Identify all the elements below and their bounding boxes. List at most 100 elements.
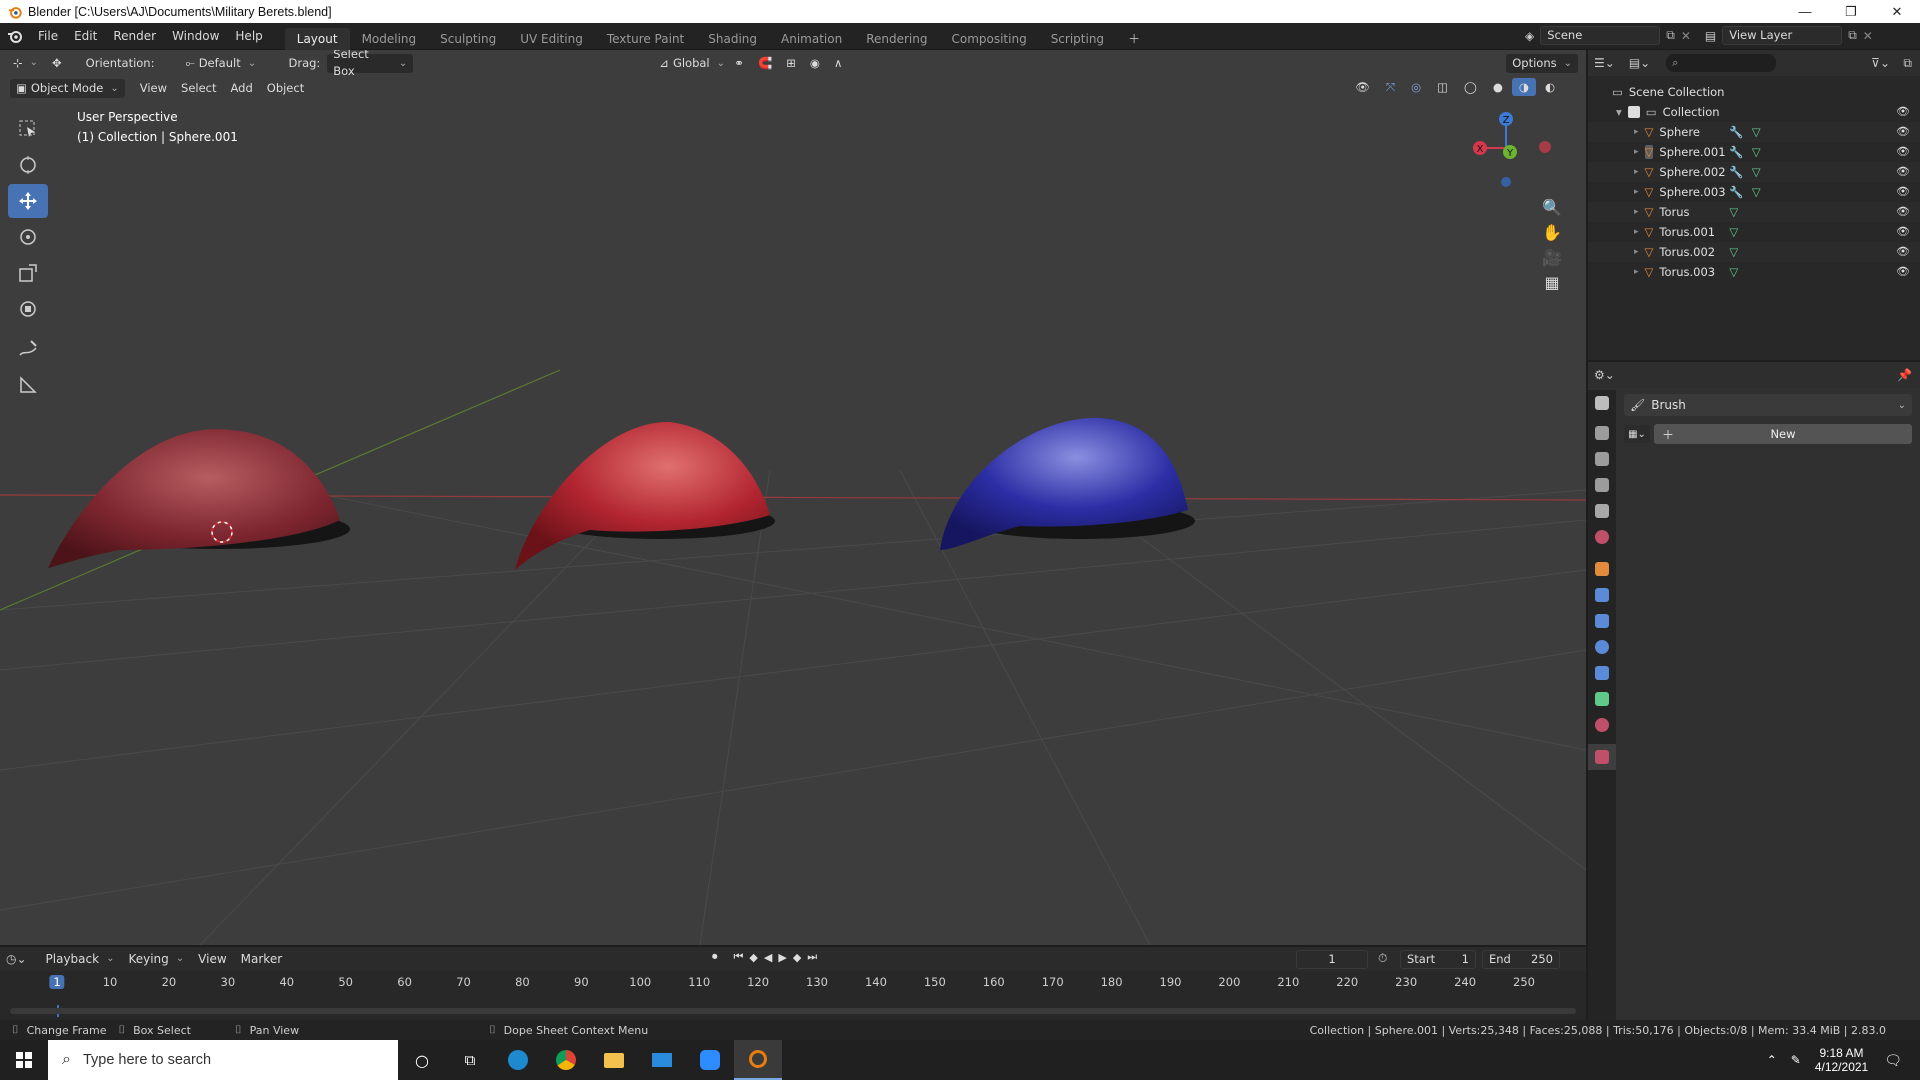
tab-texture-paint[interactable]: Texture Paint xyxy=(595,28,696,50)
remove-view-layer-icon[interactable]: ✕ xyxy=(1863,29,1873,43)
task-view-button[interactable]: ⧉ xyxy=(446,1040,494,1080)
constraints-tab[interactable] xyxy=(1588,660,1616,686)
mesh-data-icon[interactable]: ▽ xyxy=(1752,165,1761,179)
measure-tool[interactable] xyxy=(8,368,48,402)
stopwatch-icon[interactable]: ⏱ xyxy=(1378,951,1387,966)
eye-icon[interactable]: 👁 xyxy=(1896,105,1910,119)
tab-shading[interactable]: Shading xyxy=(696,28,769,50)
zoom-app[interactable] xyxy=(686,1040,734,1080)
eye-icon[interactable]: 👁 xyxy=(1896,185,1910,199)
falloff-icon[interactable]: ∧ xyxy=(827,54,849,72)
perspective-grid-icon[interactable]: ▦ xyxy=(1544,273,1559,292)
overlay-toggle-icon[interactable]: ◎ xyxy=(1404,78,1428,96)
world-tab[interactable] xyxy=(1588,524,1616,550)
particles-tab[interactable] xyxy=(1588,608,1616,634)
scene-tab[interactable] xyxy=(1588,498,1616,524)
texture-browse-button[interactable]: ▦⌄ xyxy=(1624,425,1650,443)
expand-chevron-icon[interactable]: ▸ xyxy=(1634,267,1639,277)
zoom-icon[interactable]: 🔍 xyxy=(1542,198,1562,217)
menu-file[interactable]: File xyxy=(30,25,66,47)
viewport-scene[interactable] xyxy=(0,50,1586,945)
material-preview-shading-icon[interactable]: ◑ xyxy=(1511,78,1536,96)
xray-icon[interactable]: ◫ xyxy=(1430,78,1455,96)
wrench-icon[interactable]: 🔧 xyxy=(1729,165,1743,179)
annotate-tool[interactable] xyxy=(8,332,48,366)
tab-layout[interactable]: Layout xyxy=(284,27,350,50)
viewport-menu-select[interactable]: Select xyxy=(174,79,223,97)
outliner-scene-collection[interactable]: ▭ Scene Collection xyxy=(1588,82,1920,102)
eye-icon[interactable]: 👁 xyxy=(1896,165,1910,179)
pivot-point-icon[interactable]: ⚭ xyxy=(727,54,751,72)
scale-tool[interactable] xyxy=(8,256,48,290)
solid-shading-icon[interactable]: ● xyxy=(1486,78,1510,96)
pan-hand-icon[interactable]: ✋ xyxy=(1542,223,1562,242)
blender-menu-button[interactable] xyxy=(0,28,30,44)
tab-sculpting[interactable]: Sculpting xyxy=(428,28,508,50)
menu-render[interactable]: Render xyxy=(105,25,164,47)
tab-rendering[interactable]: Rendering xyxy=(854,28,939,50)
gizmo-neg-x[interactable] xyxy=(1539,141,1551,153)
beret-sphere-001[interactable] xyxy=(515,421,775,570)
wrench-icon[interactable]: 🔧 xyxy=(1729,125,1743,139)
outliner-item[interactable]: ▸ ▽ Torus ▽ 👁 xyxy=(1588,202,1920,222)
expand-chevron-icon[interactable]: ▸ xyxy=(1634,227,1639,237)
timeline-editor-icon[interactable]: ◷⌄ xyxy=(6,952,27,966)
data-tab[interactable] xyxy=(1588,686,1616,712)
object-mode-dropdown[interactable]: ▣ Object Mode xyxy=(10,78,125,98)
menu-edit[interactable]: Edit xyxy=(66,25,105,47)
view-layer-selector[interactable]: View Layer xyxy=(1722,26,1843,45)
add-workspace-button[interactable]: ＋ xyxy=(1116,28,1152,50)
jump-keyframe-back-icon[interactable]: ◆ xyxy=(749,951,757,964)
mesh-data-icon[interactable]: ▽ xyxy=(1752,185,1761,199)
close-button[interactable]: ✕ xyxy=(1874,0,1920,23)
eye-icon[interactable]: 👁 xyxy=(1896,265,1910,279)
render-tab[interactable] xyxy=(1588,420,1616,446)
object-tab[interactable] xyxy=(1588,556,1616,582)
beret-sphere-002[interactable] xyxy=(940,417,1195,550)
wireframe-shading-icon[interactable]: ◯ xyxy=(1457,78,1484,96)
rotate-tool[interactable] xyxy=(8,220,48,254)
display-mode-icon[interactable]: ▤⌄ xyxy=(1629,56,1650,70)
move-tool[interactable] xyxy=(8,184,48,218)
wrench-icon[interactable]: 🔧 xyxy=(1729,145,1743,159)
pin-icon[interactable]: 📌 xyxy=(1897,368,1912,382)
wrench-icon[interactable]: 🔧 xyxy=(1729,185,1743,199)
timeline-view-menu[interactable]: View xyxy=(191,950,233,968)
menu-help[interactable]: Help xyxy=(227,25,270,47)
snap-increment-icon[interactable]: ⊞ xyxy=(779,54,803,72)
eye-icon[interactable]: 👁 xyxy=(1896,245,1910,259)
navigation-gizmo[interactable]: Z X Y 🔍 ✋ 🎥 ▦ xyxy=(1446,106,1566,306)
outliner-item[interactable]: ▸ ▽ Torus.003 ▽ 👁 xyxy=(1588,262,1920,282)
start-button[interactable] xyxy=(0,1040,48,1080)
tab-compositing[interactable]: Compositing xyxy=(939,28,1038,50)
clock[interactable]: 9:18 AM 4/12/2021 xyxy=(1815,1046,1868,1074)
record-icon[interactable]: ⏺ xyxy=(712,950,718,964)
mesh-data-icon[interactable]: ▽ xyxy=(1729,265,1738,279)
jump-end-icon[interactable]: ⏭ xyxy=(807,950,817,964)
expand-chevron-icon[interactable]: ▸ xyxy=(1634,167,1639,177)
timeline-marker-menu[interactable]: Marker xyxy=(234,950,289,968)
scene-selector[interactable]: Scene xyxy=(1540,26,1661,45)
mesh-data-icon[interactable]: ▽ xyxy=(1752,145,1761,159)
rendered-shading-icon[interactable]: ◐ xyxy=(1538,78,1562,96)
chrome-app[interactable] xyxy=(542,1040,590,1080)
mesh-data-icon[interactable]: ▽ xyxy=(1752,125,1761,139)
outliner-search-input[interactable]: ⌕ xyxy=(1666,54,1777,72)
expand-chevron-icon[interactable]: ▸ xyxy=(1634,147,1639,157)
tab-uv-editing[interactable]: UV Editing xyxy=(508,28,595,50)
texture-tab[interactable] xyxy=(1588,744,1616,770)
viewport-menu-object[interactable]: Object xyxy=(260,79,311,97)
view-layer-tab[interactable] xyxy=(1588,472,1616,498)
outliner-item[interactable]: ▸ ▽ Sphere.002 🔧 ▽ 👁 xyxy=(1588,162,1920,182)
snap-icon[interactable]: 🧲 xyxy=(751,54,779,72)
tab-animation[interactable]: Animation xyxy=(769,28,854,50)
new-view-layer-icon[interactable]: ⧉ xyxy=(1848,28,1857,43)
playback-menu[interactable]: Playback xyxy=(39,950,122,968)
expand-chevron-icon[interactable]: ▸ xyxy=(1634,127,1639,137)
tab-modeling[interactable]: Modeling xyxy=(350,28,429,50)
expand-chevron-icon[interactable]: ▸ xyxy=(1634,247,1639,257)
outliner-item[interactable]: ▸ ▽ Sphere 🔧 ▽ 👁 xyxy=(1588,122,1920,142)
modifier-tab[interactable] xyxy=(1588,582,1616,608)
physics-tab[interactable] xyxy=(1588,634,1616,660)
new-scene-icon[interactable]: ⧉ xyxy=(1666,28,1675,43)
